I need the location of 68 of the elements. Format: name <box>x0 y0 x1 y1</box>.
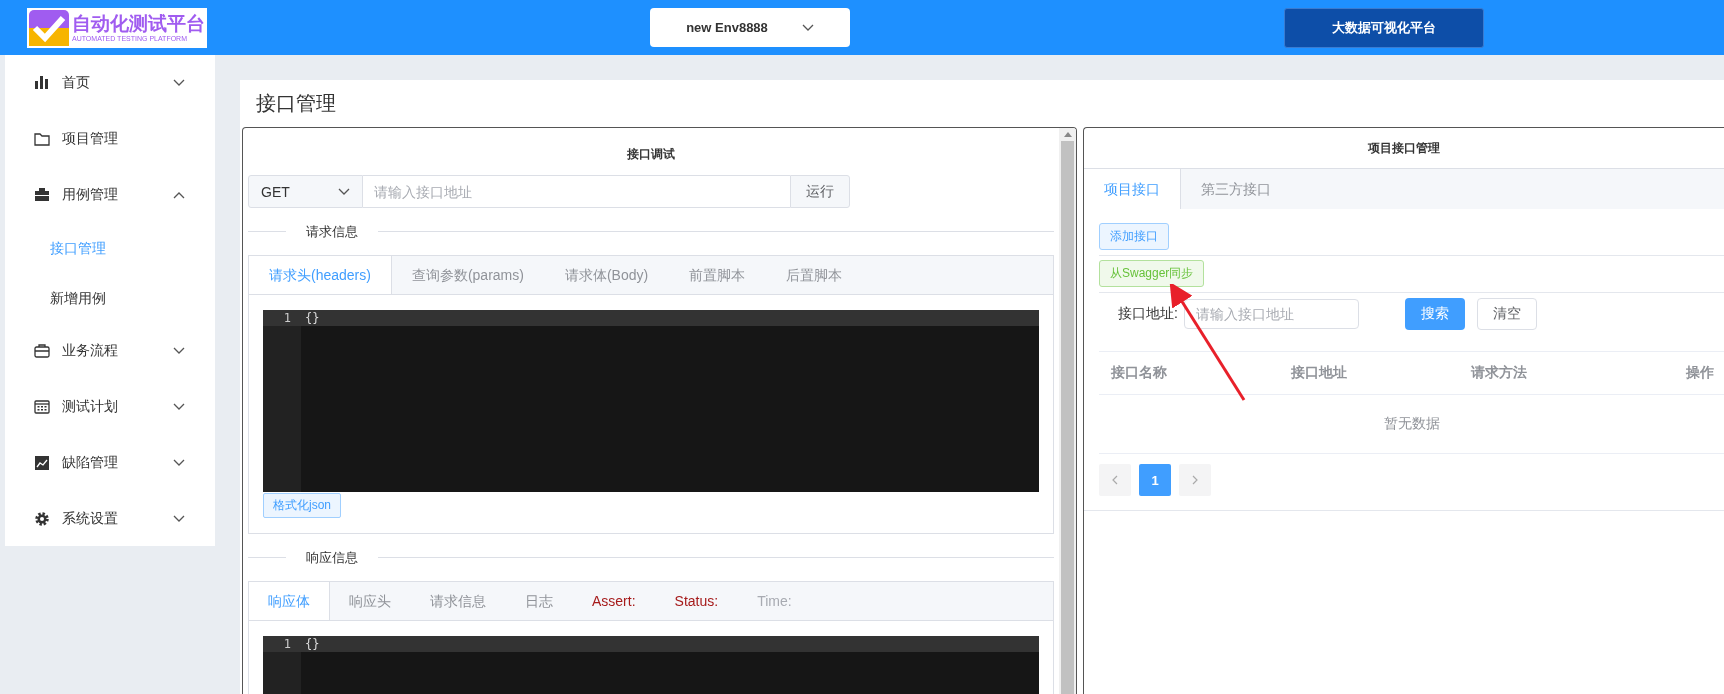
menu-item[interactable]: 缺陷管理 <box>5 435 215 491</box>
tab[interactable]: 日志 <box>506 582 573 620</box>
menu-item[interactable]: 用例管理 <box>5 167 215 223</box>
column-header: 操作 <box>1685 364 1715 382</box>
scroll-up-icon <box>1063 132 1072 137</box>
add-api-button[interactable]: 添加接口 <box>1099 223 1169 250</box>
format-json-button[interactable]: 格式化json <box>263 493 341 518</box>
tab[interactable]: 后置脚本 <box>766 256 864 294</box>
next-page-button[interactable] <box>1179 464 1211 496</box>
tab[interactable]: 第三方接口 <box>1181 169 1292 209</box>
code-text: {} <box>305 311 320 325</box>
folder-icon <box>34 131 50 147</box>
environment-select[interactable]: new Env8888 <box>650 8 850 47</box>
tab[interactable]: Status: <box>655 582 739 620</box>
field-label: 接口地址: <box>1118 305 1179 323</box>
tab[interactable]: 响应头 <box>330 582 411 620</box>
bar-chart-icon <box>34 75 50 91</box>
line-number: 1 <box>263 310 301 326</box>
run-button[interactable]: 运行 <box>790 175 850 208</box>
menu-item[interactable]: 项目管理 <box>5 111 215 167</box>
swagger-sync-button[interactable]: 从Swagger同步 <box>1099 260 1205 287</box>
section-title: 响应信息 <box>286 549 378 567</box>
search-button[interactable]: 搜索 <box>1405 298 1465 330</box>
tab[interactable]: 项目接口 <box>1084 169 1181 209</box>
dashboard-button[interactable]: 大数据可视化平台 <box>1284 7 1484 48</box>
section-title: 请求信息 <box>286 223 378 241</box>
page-button[interactable]: 1 <box>1139 464 1171 496</box>
column-header: 请求方法 <box>1470 364 1528 382</box>
settings-icon <box>34 511 50 527</box>
method-select[interactable]: GET <box>248 175 363 208</box>
toolbox-icon <box>34 187 50 203</box>
tab[interactable]: 响应体 <box>249 582 330 620</box>
tab[interactable]: 请求体(Body) <box>544 256 670 294</box>
submenu-item[interactable]: 接口管理 <box>5 223 215 273</box>
tab[interactable]: 前置脚本 <box>669 256 767 294</box>
tab[interactable]: 请求信息 <box>411 582 506 620</box>
code-editor[interactable]: 1 {} <box>263 310 1039 492</box>
column-header: 接口地址 <box>1290 364 1348 382</box>
select-value: GET <box>261 183 290 200</box>
page-title: 接口管理 <box>256 92 336 114</box>
empty-text: 暂无数据 <box>1383 415 1440 433</box>
select-value: new Env8888 <box>686 20 768 35</box>
column-header: 接口名称 <box>1110 364 1168 382</box>
chevron-down-icon <box>801 23 814 32</box>
code-text: {} <box>305 637 320 651</box>
tab[interactable]: Assert: <box>573 582 656 620</box>
calendar-icon <box>34 399 50 415</box>
menu-item[interactable]: 业务流程 <box>5 323 215 379</box>
chevron-right-icon <box>1192 475 1198 485</box>
chevron-left-icon <box>1112 475 1118 485</box>
clear-button[interactable]: 清空 <box>1477 298 1537 330</box>
menu-item[interactable]: 系统设置 <box>5 491 215 547</box>
search-field[interactable]: 请输入接口地址 <box>1184 299 1359 329</box>
submenu-item[interactable]: 新增用例 <box>5 273 215 323</box>
tab[interactable]: Time: <box>738 582 812 620</box>
menu-item[interactable]: 首页 <box>5 55 215 111</box>
code-editor[interactable]: 1 {} <box>263 636 1039 694</box>
menu-item[interactable]: 测试计划 <box>5 379 215 435</box>
tab[interactable]: 请求头(headers) <box>249 256 392 294</box>
prev-page-button[interactable] <box>1099 464 1131 496</box>
url-field[interactable]: 请输入接口地址 <box>363 175 790 208</box>
panel-title: 接口调试 <box>626 146 676 163</box>
tab[interactable]: 查询参数(params) <box>391 256 545 294</box>
logo-title: 自动化测试平台 <box>72 13 205 35</box>
line-chart-icon <box>34 455 50 471</box>
chevron-down-icon <box>338 187 350 196</box>
line-number: 1 <box>263 636 301 652</box>
briefcase-icon <box>34 343 50 359</box>
